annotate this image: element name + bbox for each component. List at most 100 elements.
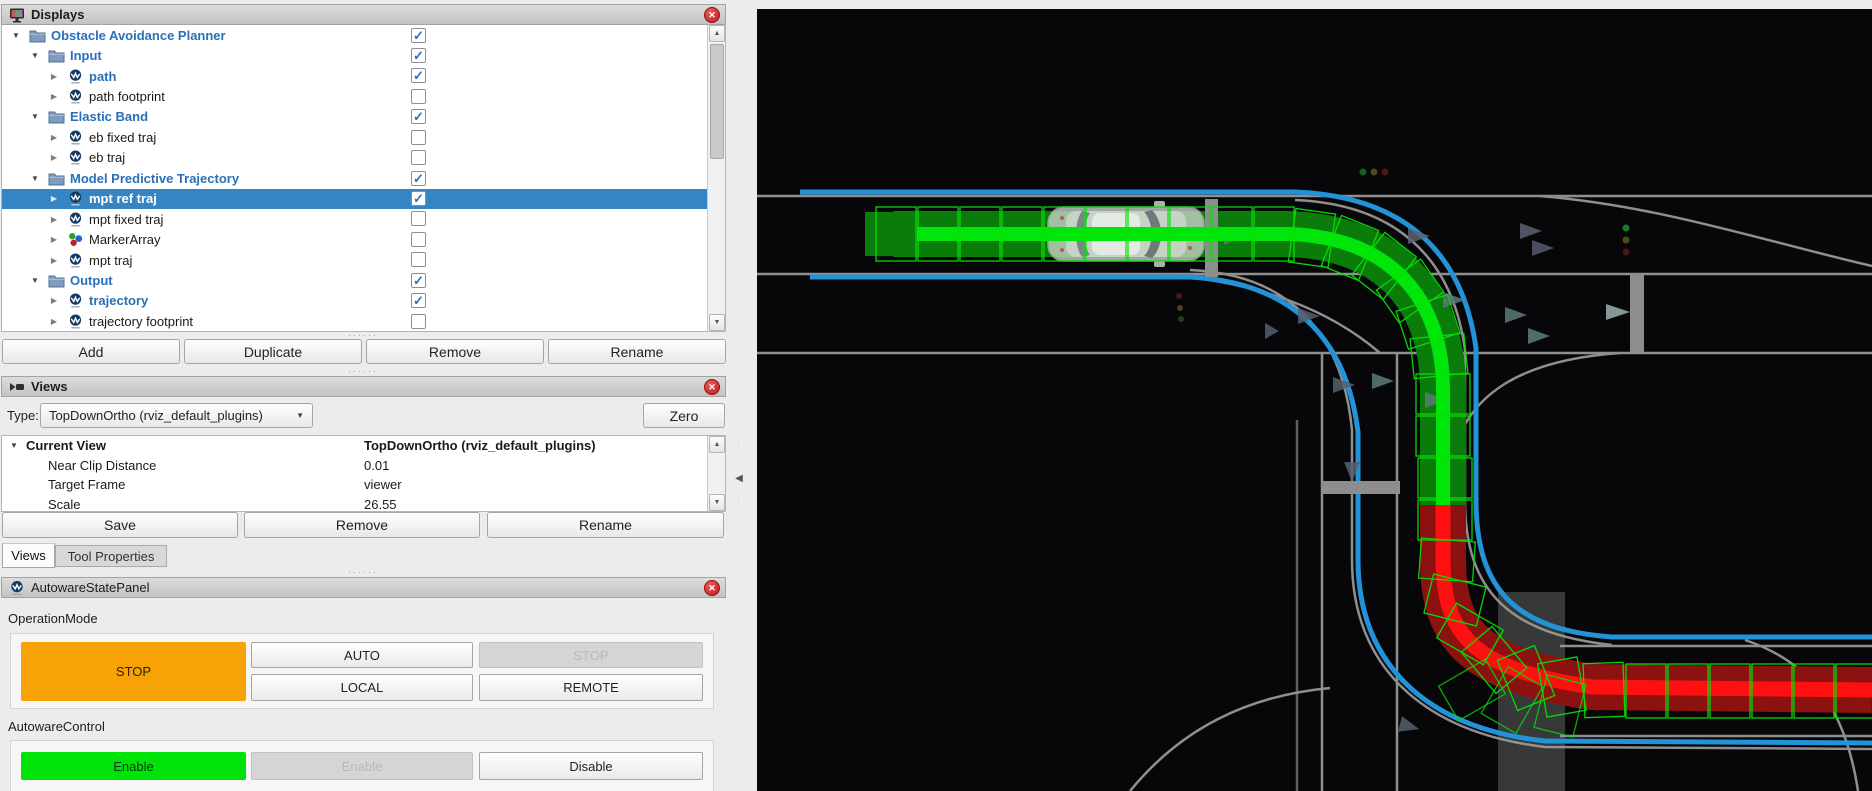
auto-mode-button[interactable]: AUTO [251,642,473,668]
scrollbar-thumb[interactable] [710,44,724,159]
save-view-button[interactable]: Save [2,512,238,538]
splitter-handle[interactable]: ······ [340,571,386,575]
remove-view-button[interactable]: Remove [244,512,480,538]
scroll-down-icon[interactable]: ▼ [709,494,725,511]
tree-scrollbar[interactable]: ▲ ▼ [707,25,725,331]
tab-tool-properties[interactable]: Tool Properties [55,545,167,567]
visibility-checkbox[interactable] [411,211,426,226]
autoware-display-icon [67,253,84,268]
stop-mode-active-button[interactable]: STOP [21,642,246,701]
expand-arrow-icon[interactable]: ▶ [48,235,60,244]
visibility-checkbox[interactable]: ✓ [411,273,426,288]
visibility-checkbox[interactable] [411,130,426,145]
tree-item-trajectory[interactable]: ▶ trajectory ✓ [2,291,725,311]
collapse-arrow-icon[interactable]: ▼ [29,112,41,121]
tree-item-path-footprint[interactable]: ▶ path footprint [2,86,725,106]
tree-item-label: Obstacle Avoidance Planner [51,28,226,43]
table-row[interactable]: Near Clip Distance 0.01 [2,456,725,476]
folder-icon [29,28,46,43]
visibility-checkbox[interactable] [411,150,426,165]
tree-item-output[interactable]: ▼ Output ✓ [2,270,725,290]
tree-item-trajectory-footprint[interactable]: ▶ trajectory footprint [2,311,725,331]
rename-view-button[interactable]: Rename [487,512,724,538]
folder-icon [48,109,65,124]
expand-arrow-icon[interactable]: ▶ [48,194,60,203]
tree-item-eb-traj[interactable]: ▶ eb traj [2,148,725,168]
table-row[interactable]: Scale 26.55 [2,495,725,513]
visibility-checkbox[interactable]: ✓ [411,109,426,124]
visibility-checkbox[interactable] [411,252,426,267]
expand-arrow-icon[interactable]: ▶ [48,317,60,326]
visibility-checkbox[interactable]: ✓ [411,191,426,206]
tree-item-input[interactable]: ▼ Input ✓ [2,45,725,65]
folder-icon [48,48,65,63]
rename-button[interactable]: Rename [548,339,726,364]
enable-control-active-button[interactable]: Enable [21,752,246,780]
duplicate-button[interactable]: Duplicate [184,339,362,364]
type-label: Type: [7,408,39,423]
tree-item-mpt-ref-traj[interactable]: ▶ mpt ref traj ✓ [2,189,725,209]
table-scrollbar[interactable]: ▲ ▼ [707,436,725,511]
visibility-checkbox[interactable]: ✓ [411,68,426,83]
collapse-arrow-icon[interactable]: ▼ [29,174,41,183]
collapse-arrow-icon[interactable]: ▼ [29,276,41,285]
expand-arrow-icon[interactable]: ▶ [48,153,60,162]
remote-mode-button[interactable]: REMOTE [479,674,703,701]
scroll-up-icon[interactable]: ▲ [709,436,725,453]
tree-item-mpt-traj[interactable]: ▶ mpt traj [2,250,725,270]
scroll-down-icon[interactable]: ▼ [709,314,725,331]
displays-tree: ▼ Obstacle Avoidance Planner ✓ ▼ Input ✓… [1,25,726,332]
property-value[interactable]: 26.55 [364,497,397,512]
chevron-down-icon: ▼ [296,411,304,420]
add-button[interactable]: Add [2,339,180,364]
view-type-dropdown[interactable]: TopDownOrtho (rviz_default_plugins) ▼ [40,403,313,428]
table-row[interactable]: Target Frame viewer [2,475,725,495]
visibility-checkbox[interactable]: ✓ [411,28,426,43]
collapse-panel-arrow-icon[interactable]: ◀ [733,468,745,490]
zero-button[interactable]: Zero [643,403,725,428]
local-mode-button[interactable]: LOCAL [251,674,473,701]
splitter-handle[interactable]: ······ [340,334,386,338]
expand-arrow-icon[interactable]: ▶ [48,72,60,81]
property-value[interactable]: viewer [364,477,402,492]
visibility-checkbox[interactable] [411,314,426,329]
operation-mode-label: OperationMode [8,611,98,626]
expand-arrow-icon[interactable]: ▶ [48,296,60,305]
expand-arrow-icon[interactable]: ▶ [48,256,60,265]
visibility-checkbox[interactable]: ✓ [411,293,426,308]
visibility-checkbox[interactable] [411,89,426,104]
tree-item-eb-fixed-traj[interactable]: ▶ eb fixed traj [2,127,725,147]
scroll-up-icon[interactable]: ▲ [709,25,725,42]
tree-item-elastic-band[interactable]: ▼ Elastic Band ✓ [2,107,725,127]
tree-item-obstacle-avoidance-planner[interactable]: ▼ Obstacle Avoidance Planner ✓ [2,25,725,45]
tree-item-model-predictive-trajectory[interactable]: ▼ Model Predictive Trajectory ✓ [2,168,725,188]
tree-item-label: Output [70,273,113,288]
splitter-handle[interactable]: ······ [340,370,386,374]
expand-arrow-icon[interactable]: ▶ [48,133,60,142]
tree-item-mpt-fixed-traj[interactable]: ▶ mpt fixed traj [2,209,725,229]
collapse-arrow-icon[interactable]: ▼ [10,31,22,40]
collapse-arrow-icon[interactable]: ▼ [29,51,41,60]
remove-button[interactable]: Remove [366,339,544,364]
close-icon[interactable]: ✕ [704,580,720,596]
table-row[interactable]: ▼ Current View TopDownOrtho (rviz_defaul… [2,436,725,456]
render-viewport[interactable] [757,9,1872,791]
close-icon[interactable]: ✕ [704,379,720,395]
tab-views[interactable]: Views [2,543,55,568]
visibility-checkbox[interactable]: ✓ [411,48,426,63]
panel-splitter[interactable]: ··· ◀ ··· [727,0,757,791]
property-value[interactable]: 0.01 [364,458,389,473]
tree-item-label: trajectory [89,293,148,308]
tree-item-path[interactable]: ▶ path ✓ [2,66,725,86]
views-panel-titlebar[interactable]: Views ✕ [1,376,726,397]
expand-arrow-icon[interactable]: ▶ [48,92,60,101]
close-icon[interactable]: ✕ [704,7,720,23]
tree-item-markerarray[interactable]: ▶ MarkerArray [2,229,725,249]
expand-arrow-icon[interactable]: ▶ [48,215,60,224]
autoware-panel-titlebar[interactable]: AutowareStatePanel ✕ [1,577,726,598]
folder-icon [48,171,65,186]
disable-control-button[interactable]: Disable [479,752,703,780]
visibility-checkbox[interactable]: ✓ [411,171,426,186]
visibility-checkbox[interactable] [411,232,426,247]
displays-panel-titlebar[interactable]: Displays ✕ [1,4,726,25]
